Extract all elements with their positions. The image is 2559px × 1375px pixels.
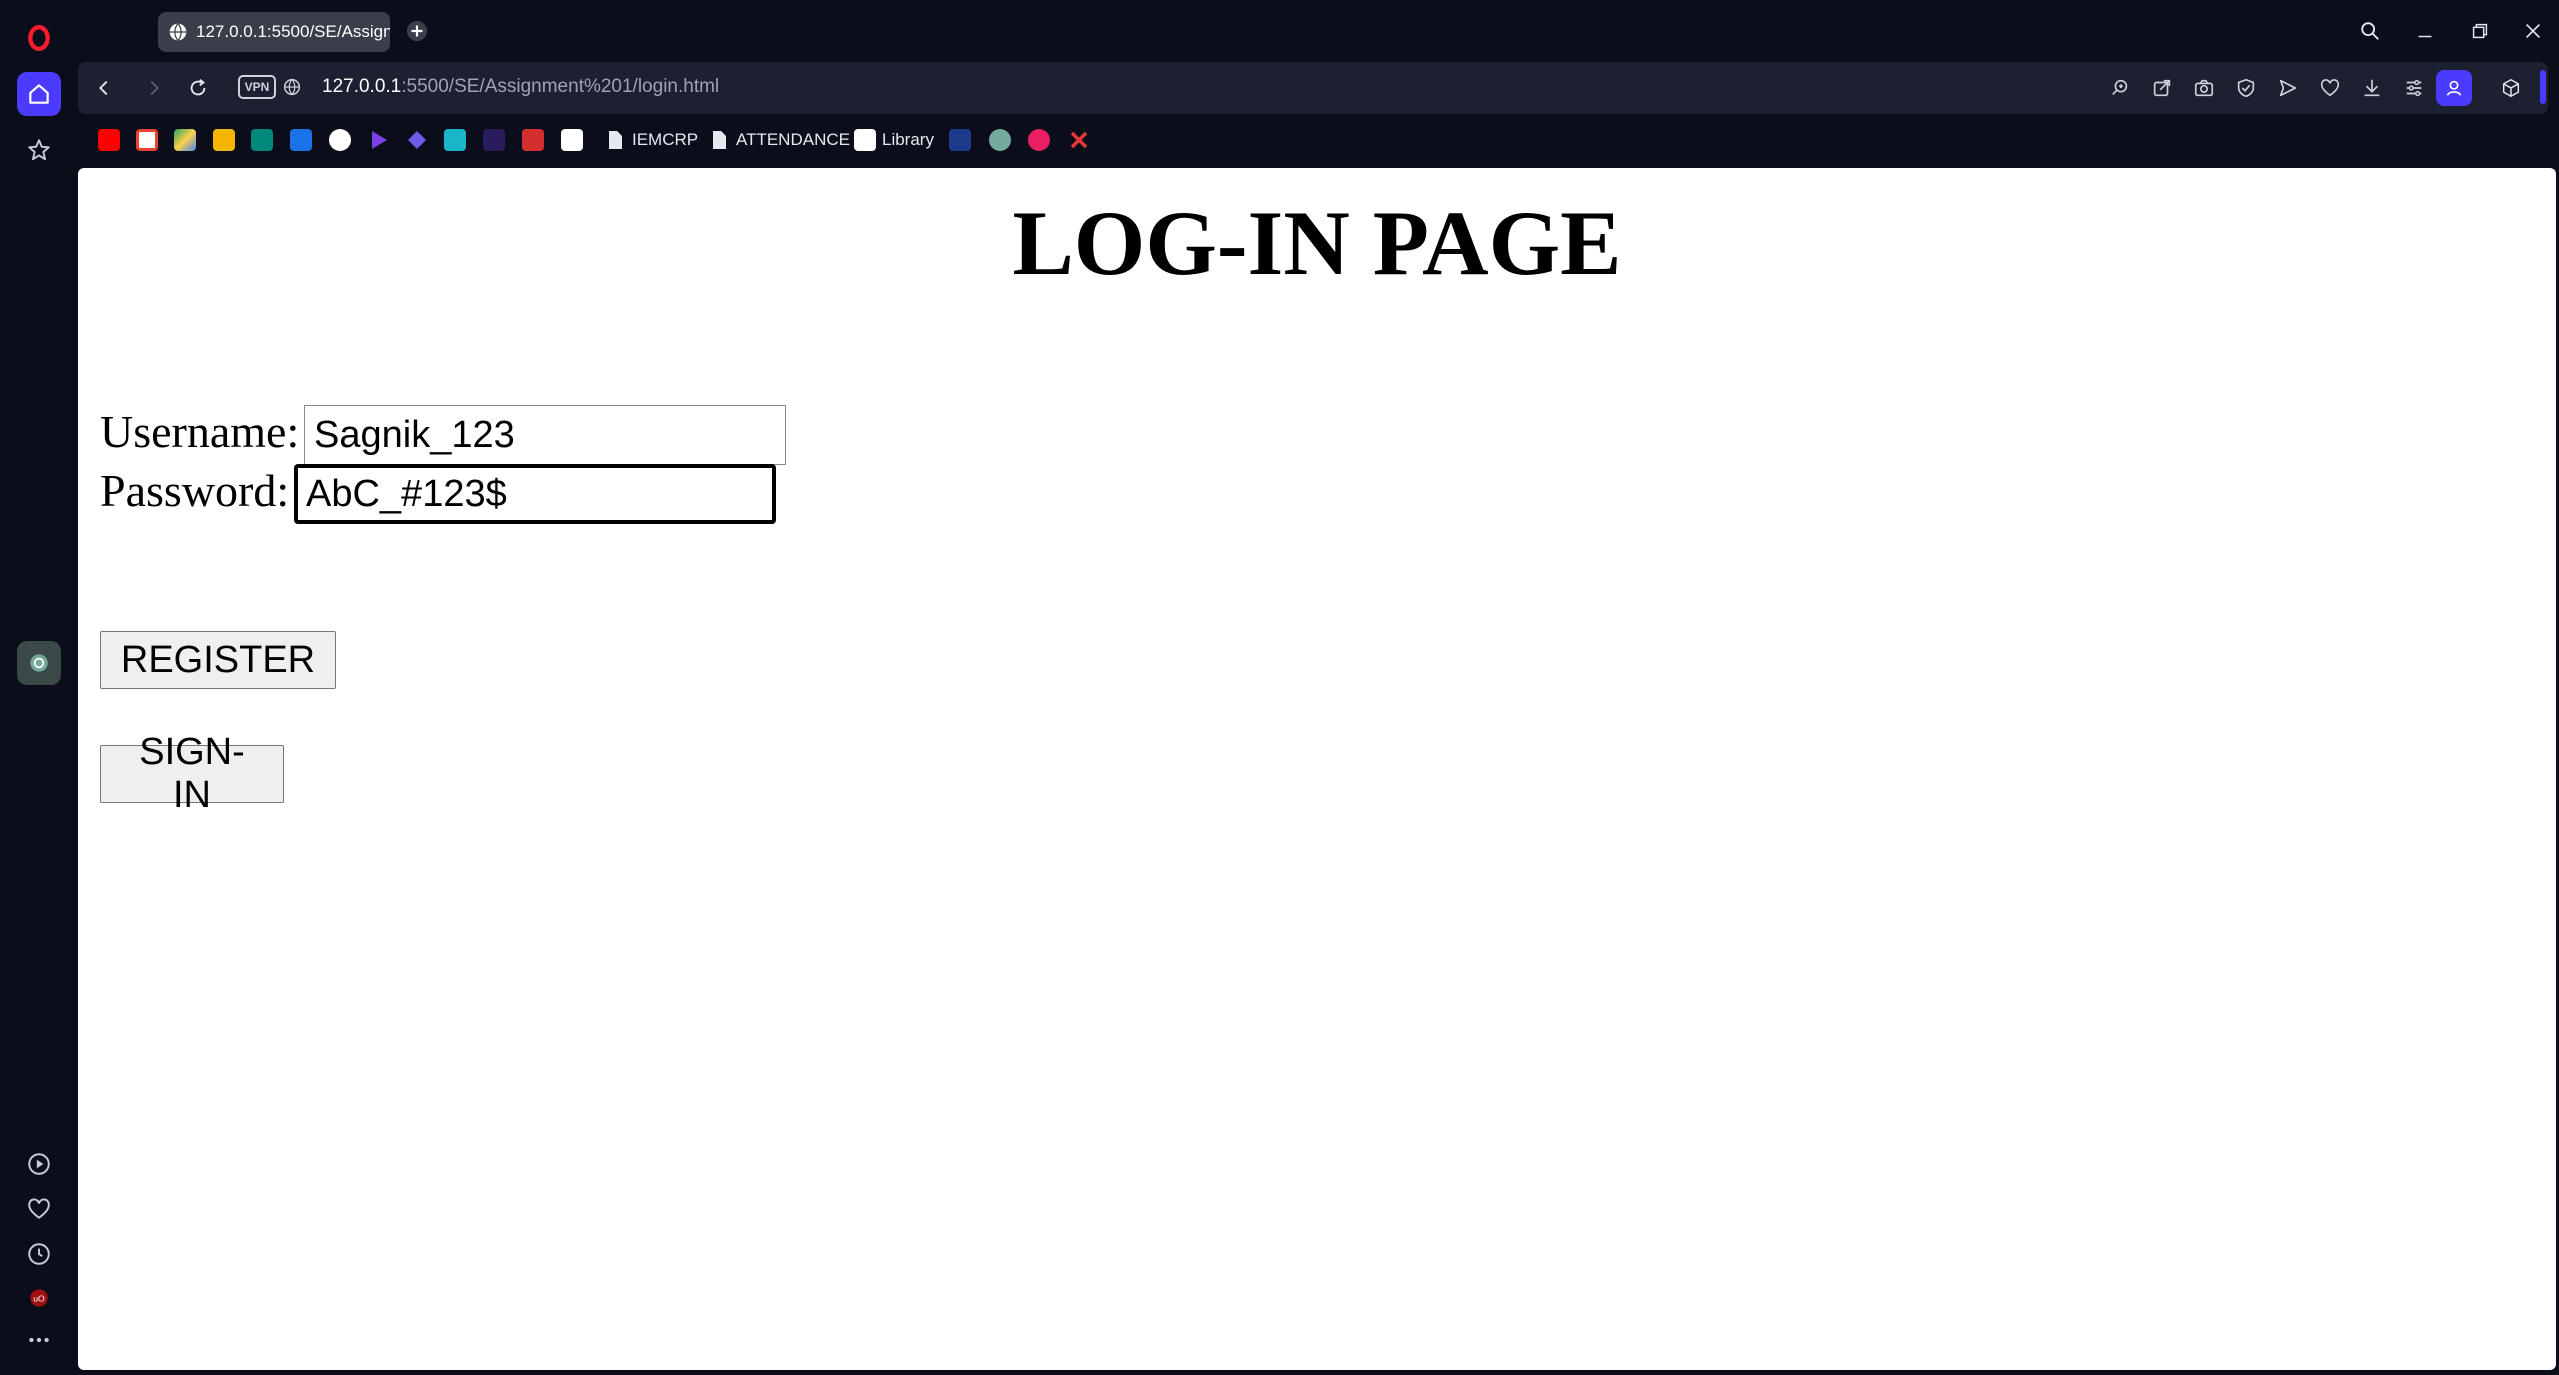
forward-icon[interactable] xyxy=(138,72,170,104)
page-viewport: LOG-IN PAGE Username: Password: REGISTER… xyxy=(78,168,2556,1370)
svg-text:uO: uO xyxy=(33,1293,45,1303)
koha-icon xyxy=(854,129,876,151)
tab-active[interactable]: 127.0.0.1:5500/SE/Assignment%201/login.h… xyxy=(158,12,390,52)
sidebar-toggle-indicator[interactable] xyxy=(2540,70,2546,104)
github-icon xyxy=(329,129,351,151)
gmail-icon xyxy=(136,129,158,151)
pink-icon xyxy=(1028,129,1050,151)
bookmark-attendance[interactable]: ATTENDANCE xyxy=(708,128,850,152)
reload-icon[interactable] xyxy=(182,72,214,104)
bookmark-chatgpt[interactable] xyxy=(989,128,1011,152)
username-input[interactable] xyxy=(304,405,786,465)
bookmark-gmail[interactable] xyxy=(136,128,158,152)
globe-icon xyxy=(169,23,187,41)
address-bar: VPN 127.0.0.1:5500/SE/Assignment%201/log… xyxy=(78,62,2548,114)
opera-logo-icon[interactable] xyxy=(17,16,61,60)
bookmark-x[interactable] xyxy=(1068,128,1090,152)
bookmark-iemcrp[interactable]: IEMCRP xyxy=(604,128,698,152)
bookmark-youtube[interactable] xyxy=(98,128,120,152)
ublock-icon[interactable]: uO xyxy=(17,1276,61,1320)
search-tabs-icon[interactable] xyxy=(2353,14,2387,48)
bookmark-meet[interactable] xyxy=(251,128,273,152)
bookmark-red[interactable] xyxy=(522,128,544,152)
bookmark-wave[interactable] xyxy=(949,128,971,152)
password-input[interactable] xyxy=(294,464,776,524)
browser-sidebar: uO xyxy=(0,0,78,1375)
vpn-badge[interactable]: VPN xyxy=(238,75,276,99)
wave-icon xyxy=(949,129,971,151)
close-icon[interactable] xyxy=(2516,14,2550,48)
youtube-icon xyxy=(98,129,120,151)
shield-icon[interactable] xyxy=(2232,74,2260,102)
bookmark-amazon[interactable] xyxy=(561,128,583,152)
bookmark-pink[interactable] xyxy=(1028,128,1050,152)
site-info-icon[interactable] xyxy=(278,73,306,101)
star-icon[interactable] xyxy=(17,128,61,172)
play-icon xyxy=(372,131,387,149)
bookmark-play[interactable] xyxy=(368,128,390,152)
camera-icon xyxy=(444,129,466,151)
new-tab-button[interactable] xyxy=(404,18,430,44)
bookmark-voot[interactable] xyxy=(483,128,505,152)
voot-icon xyxy=(483,129,505,151)
extensions-icon[interactable] xyxy=(2497,74,2525,102)
username-label: Username: xyxy=(100,406,300,457)
plus-icon xyxy=(406,20,428,42)
app-icon xyxy=(290,129,312,151)
easy-setup-icon[interactable] xyxy=(2400,74,2428,102)
home-icon[interactable] xyxy=(17,72,61,116)
meet-icon xyxy=(251,129,273,151)
bookmark-label: IEMCRP xyxy=(632,130,699,149)
heart-icon[interactable] xyxy=(2316,74,2344,102)
signin-button[interactable]: SIGN-IN xyxy=(100,731,284,816)
more-icon[interactable] xyxy=(17,1318,61,1362)
photos-icon xyxy=(213,129,235,151)
restore-icon[interactable] xyxy=(2463,14,2497,48)
download-icon[interactable] xyxy=(2358,74,2386,102)
player-icon[interactable] xyxy=(17,1142,61,1186)
share-icon[interactable] xyxy=(2148,74,2176,102)
diamond-icon xyxy=(408,131,426,149)
amazon-icon xyxy=(561,129,583,151)
bookmark-camera[interactable] xyxy=(444,128,466,152)
page-title: LOG-IN PAGE xyxy=(1012,192,1622,294)
register-button[interactable]: REGISTER xyxy=(100,631,336,689)
tab-strip: 127.0.0.1:5500/SE/Assignment%201/login.h… xyxy=(78,0,2559,60)
chatgpt-icon[interactable] xyxy=(17,641,61,685)
url-host: 127.0.0.1 xyxy=(322,76,402,97)
send-icon[interactable] xyxy=(2274,74,2302,102)
tab-title: 127.0.0.1:5500/SE/Assignment%201/login.h… xyxy=(196,22,390,41)
bookmark-drive[interactable] xyxy=(174,128,196,152)
password-label: Password: xyxy=(100,465,290,516)
document-icon xyxy=(609,131,622,149)
bookmarks-bar: IEMCRP ATTENDANCE Library xyxy=(78,120,2559,160)
history-icon[interactable] xyxy=(17,1232,61,1276)
chatgpt-icon xyxy=(989,129,1011,151)
snapshot-icon[interactable] xyxy=(2190,74,2218,102)
bookmark-label: ATTENDANCE xyxy=(736,130,850,149)
bookmark-diamond[interactable] xyxy=(406,128,428,152)
minimize-icon[interactable] xyxy=(2408,14,2442,48)
document-icon xyxy=(713,131,726,149)
url-path: :5500/SE/Assignment%201/login.html xyxy=(401,76,720,97)
drive-icon xyxy=(174,129,196,151)
red-icon xyxy=(522,129,544,151)
heart-icon[interactable] xyxy=(17,1187,61,1231)
profile-icon[interactable] xyxy=(2436,70,2472,106)
bookmark-app[interactable] xyxy=(290,128,312,152)
back-icon[interactable] xyxy=(88,72,120,104)
zoom-icon[interactable] xyxy=(2106,74,2134,102)
bookmark-photos[interactable] xyxy=(213,128,235,152)
bookmark-github[interactable] xyxy=(329,128,351,152)
bookmark-label: Library xyxy=(882,130,934,149)
bookmark-library[interactable]: Library xyxy=(854,128,934,152)
x-icon xyxy=(1070,131,1088,149)
url-text[interactable]: 127.0.0.1:5500/SE/Assignment%201/login.h… xyxy=(322,76,719,98)
